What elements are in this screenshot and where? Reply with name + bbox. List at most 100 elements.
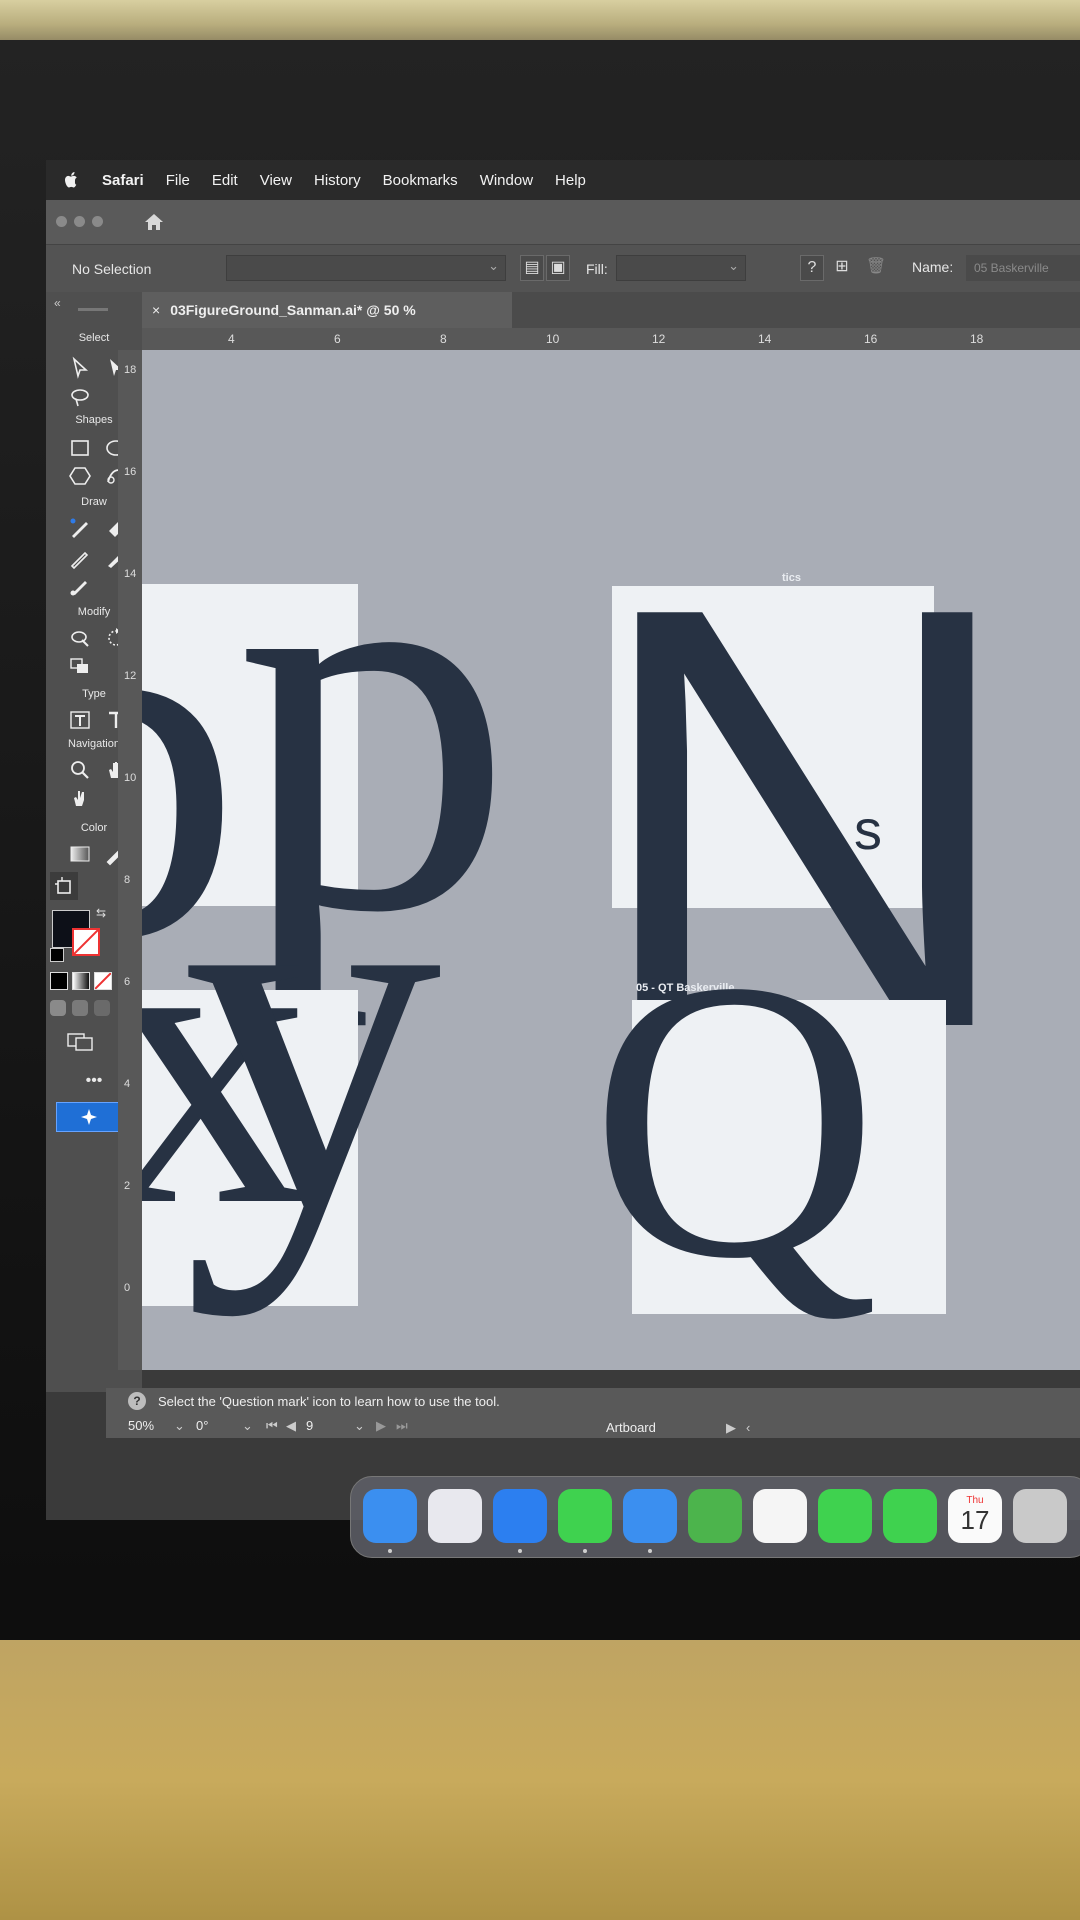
- dock-app-contacts[interactable]: [1013, 1489, 1067, 1543]
- dock-app-photos[interactable]: [753, 1489, 807, 1543]
- rotation-value[interactable]: 0°: [196, 1418, 208, 1433]
- artboard-canvas[interactable]: p b tics N s x y 05 - QT Baskerville Q: [142, 350, 1080, 1370]
- swap-colors-icon[interactable]: ⇆: [96, 906, 106, 920]
- delete-icon[interactable]: 🗑: [864, 255, 888, 281]
- document-tab[interactable]: ×03FigureGround_Sanman.ai* @ 50 % (CMYK/…: [142, 292, 512, 354]
- ruler-tick-label: 12: [652, 332, 666, 346]
- glyph-y[interactable]: y: [182, 770, 442, 1290]
- chevron-down-icon[interactable]: ⌄: [174, 1418, 185, 1434]
- default-colors-icon[interactable]: [50, 948, 64, 962]
- chevron-down-icon[interactable]: ⌄: [242, 1418, 253, 1434]
- menu-edit[interactable]: Edit: [212, 172, 238, 189]
- last-artboard-icon[interactable]: ⏭: [396, 1418, 408, 1434]
- draw-behind-icon[interactable]: [72, 1000, 88, 1016]
- play-icon[interactable]: ▶: [726, 1420, 736, 1436]
- artboard-tool-icon[interactable]: [50, 872, 78, 900]
- document-tab-bar: ×03FigureGround_Sanman.ai* @ 50 % (CMYK/…: [142, 292, 1080, 354]
- stroke-swatch[interactable]: [72, 928, 100, 956]
- screen-mode-icon[interactable]: [66, 1032, 94, 1052]
- zoom-window-button[interactable]: [92, 216, 103, 227]
- dock-app-facetime[interactable]: [818, 1489, 872, 1543]
- minimize-window-button[interactable]: [74, 216, 85, 227]
- chevron-down-icon[interactable]: ⌄: [354, 1418, 365, 1434]
- glyph-s[interactable]: s: [854, 802, 882, 858]
- fill-label: Fill:: [586, 261, 608, 277]
- dock-app-maps[interactable]: [688, 1489, 742, 1543]
- menu-app-safari[interactable]: Safari: [102, 172, 144, 189]
- calendar-date: 17: [960, 1505, 990, 1535]
- collapse-left-icon[interactable]: ‹: [746, 1420, 750, 1435]
- zoom-level[interactable]: 50%: [128, 1418, 154, 1433]
- generative-ai-button[interactable]: [56, 1102, 122, 1132]
- collapse-panel-icon[interactable]: «: [54, 296, 61, 310]
- selection-tool-icon[interactable]: [66, 354, 94, 382]
- menu-window[interactable]: Window: [480, 172, 533, 189]
- ruler-tick-label: 16: [124, 466, 137, 478]
- desk-surface: [0, 1640, 1080, 1920]
- fill-dropdown[interactable]: ⌄: [616, 255, 746, 281]
- dock-running-indicator: [388, 1549, 392, 1553]
- home-icon[interactable]: [142, 210, 166, 234]
- draw-normal-icon[interactable]: [50, 1000, 66, 1016]
- style-dropdown[interactable]: ⌄: [226, 255, 506, 281]
- gradient-mode-icon[interactable]: [72, 972, 90, 990]
- panel-grip[interactable]: [78, 308, 108, 311]
- dock-app-messages[interactable]: [558, 1489, 612, 1543]
- close-tab-icon[interactable]: ×: [152, 302, 160, 318]
- dock-running-indicator: [583, 1549, 587, 1553]
- rectangle-tool-icon[interactable]: [66, 434, 94, 462]
- horizontal-ruler[interactable]: 4 6 8 10 12 14 16 18: [142, 328, 1080, 350]
- previous-artboard-icon[interactable]: ◀: [286, 1418, 296, 1434]
- none-mode-icon[interactable]: [94, 972, 112, 990]
- menu-bookmarks[interactable]: Bookmarks: [383, 172, 458, 189]
- sparkle-icon: [81, 1109, 97, 1125]
- dock-app-phone[interactable]: [883, 1489, 937, 1543]
- selection-status: No Selection: [72, 261, 152, 277]
- zoom-tool-icon[interactable]: [66, 756, 94, 784]
- menu-file[interactable]: File: [166, 172, 190, 189]
- area-type-tool-icon[interactable]: [66, 706, 94, 734]
- help-question-button[interactable]: ?: [800, 255, 824, 281]
- pen-tool-icon[interactable]: [66, 514, 94, 542]
- apple-icon[interactable]: [64, 171, 80, 189]
- shape-builder-tool-icon[interactable]: [66, 652, 94, 680]
- ruler-tick-label: 18: [970, 332, 984, 346]
- vertical-ruler[interactable]: 18 16 14 12 10 8 6 4 2 0: [118, 350, 142, 1370]
- align-object-icon[interactable]: ▣: [546, 255, 570, 281]
- name-field[interactable]: 05 Baskerville: [966, 255, 1080, 281]
- ruler-tick-label: 2: [124, 1180, 131, 1192]
- question-mark-icon[interactable]: ?: [128, 1392, 146, 1410]
- draw-inside-icon[interactable]: [94, 1000, 110, 1016]
- ruler-tick-label: 12: [124, 670, 137, 682]
- menu-help[interactable]: Help: [555, 172, 586, 189]
- rotate-view-tool-icon[interactable]: [66, 784, 94, 812]
- polygon-tool-icon[interactable]: [66, 462, 94, 490]
- artboard-label: Artboard: [606, 1420, 656, 1435]
- menu-view[interactable]: View: [260, 172, 292, 189]
- add-artboard-icon[interactable]: ⊞: [830, 255, 854, 281]
- pencil-tool-icon[interactable]: [66, 544, 94, 572]
- dock-app-mail[interactable]: [623, 1489, 677, 1543]
- ruler-tick-label: 6: [334, 332, 341, 346]
- dock-app-safari[interactable]: [493, 1489, 547, 1543]
- color-mode-icon[interactable]: [50, 972, 68, 990]
- control-bar: No Selection ⌄ ▤ ▣ Fill: ⌄ ? ⊞ 🗑 Name: 0…: [46, 244, 1080, 294]
- menu-history[interactable]: History: [314, 172, 361, 189]
- ruler-tick-label: 4: [228, 332, 235, 346]
- dock-app-finder[interactable]: [363, 1489, 417, 1543]
- align-left-icon[interactable]: ▤: [520, 255, 544, 281]
- next-artboard-icon[interactable]: ▶: [376, 1418, 386, 1434]
- close-window-button[interactable]: [56, 216, 67, 227]
- first-artboard-icon[interactable]: ⏮: [266, 1418, 278, 1434]
- tool-section-select: Select: [78, 332, 110, 344]
- dock-app-launchpad[interactable]: [428, 1489, 482, 1543]
- ruler-tick-label: 10: [124, 772, 137, 784]
- dock-app-calendar[interactable]: Thu 17: [948, 1489, 1002, 1543]
- gradient-tool-icon[interactable]: [66, 840, 94, 868]
- ruler-tick-label: 6: [124, 976, 131, 988]
- artboard-number[interactable]: 9: [306, 1418, 313, 1433]
- glyph-q[interactable]: Q: [590, 920, 879, 1320]
- lasso-tool-icon[interactable]: [66, 384, 94, 412]
- warp-tool-icon[interactable]: [66, 624, 94, 652]
- paintbrush-tool-icon[interactable]: [66, 572, 94, 600]
